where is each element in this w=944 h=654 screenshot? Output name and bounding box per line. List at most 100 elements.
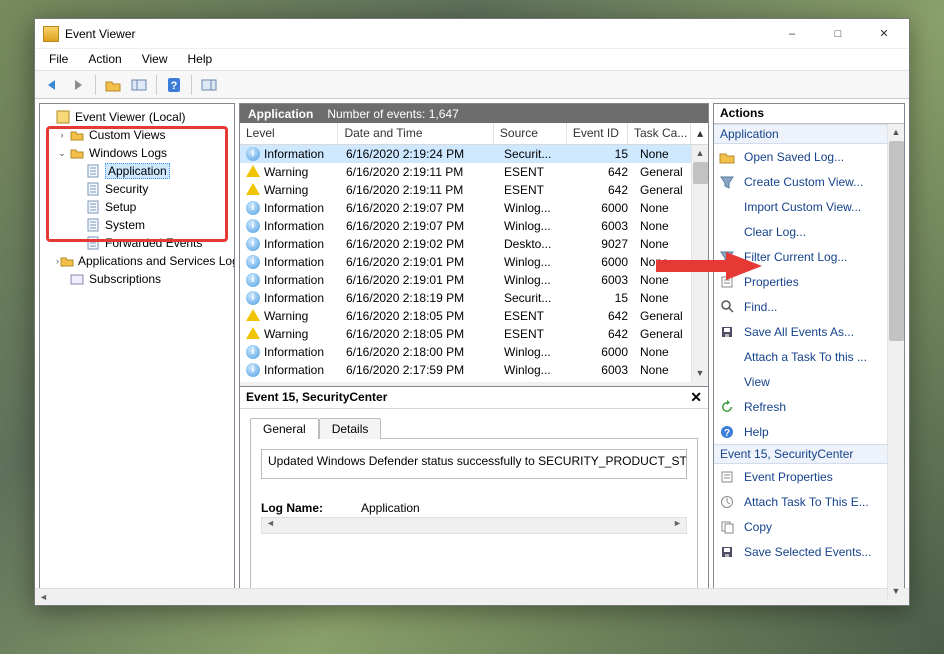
scroll-thumb[interactable] — [693, 162, 708, 184]
scroll-left-icon[interactable]: ◄ — [39, 589, 52, 602]
action-item[interactable]: Import Custom View... — [714, 194, 904, 219]
scroll-up-icon[interactable]: ▲ — [888, 124, 905, 141]
tree-node[interactable]: › Custom Views — [42, 126, 232, 144]
tree[interactable]: Event Viewer (Local) › Custom Views ⌄Windo… — [40, 104, 234, 600]
twisty-icon[interactable]: › — [56, 256, 59, 266]
tree-hscrollbar[interactable]: ◄ ► — [39, 588, 235, 601]
event-row[interactable]: iInformation6/16/2020 2:19:07 PMWinlog..… — [240, 199, 708, 217]
tree-node[interactable]: ⌄Windows Logs — [42, 144, 232, 162]
cell-source: Winlog... — [498, 345, 572, 359]
field-label: Log Name: — [261, 501, 341, 515]
close-button[interactable]: ✕ — [861, 19, 907, 49]
nav-forward-button[interactable] — [67, 74, 89, 96]
tb-open-button[interactable] — [102, 74, 124, 96]
event-row[interactable]: Warning6/16/2020 2:18:05 PMESENT642Gener… — [240, 325, 708, 343]
center-header-title: Application — [248, 107, 313, 121]
event-row[interactable]: iInformation6/16/2020 2:19:01 PMWinlog..… — [240, 253, 708, 271]
detail-tabs: General Details — [250, 417, 698, 438]
cell-level: Information — [264, 291, 324, 305]
col-category[interactable]: Task Ca... — [628, 123, 691, 144]
action-label: Copy — [744, 520, 772, 534]
tree-node[interactable]: Setup — [42, 198, 232, 216]
cell-source: ESENT — [498, 165, 572, 179]
actions-section-app[interactable]: Application ▴ — [714, 124, 904, 144]
action-item[interactable]: Copy▶ — [714, 514, 904, 539]
nav-back-button[interactable] — [41, 74, 63, 96]
tree-node[interactable]: Subscriptions — [42, 270, 232, 288]
event-row[interactable]: iInformation6/16/2020 2:18:19 PMSecurit.… — [240, 289, 708, 307]
info-icon: i — [246, 147, 260, 161]
save-icon — [718, 324, 736, 340]
tb-help-button[interactable]: ? — [163, 74, 185, 96]
event-row[interactable]: iInformation6/16/2020 2:19:02 PMDeskto..… — [240, 235, 708, 253]
menu-action[interactable]: Action — [78, 49, 131, 70]
scroll-up-icon[interactable]: ▲ — [692, 145, 709, 162]
action-label: Open Saved Log... — [744, 150, 844, 164]
event-row[interactable]: iInformation6/16/2020 2:17:59 PMWinlog..… — [240, 361, 708, 379]
menu-help[interactable]: Help — [178, 49, 223, 70]
action-item[interactable]: Save All Events As... — [714, 319, 904, 344]
menu-file[interactable]: File — [39, 49, 78, 70]
col-datetime[interactable]: Date and Time — [338, 123, 493, 144]
action-item[interactable]: Attach Task To This E... — [714, 489, 904, 514]
event-row[interactable]: Warning6/16/2020 2:19:11 PMESENT642Gener… — [240, 163, 708, 181]
warning-icon — [246, 165, 260, 177]
cell-datetime: 6/16/2020 2:19:07 PM — [340, 219, 498, 233]
col-eventid[interactable]: Event ID — [567, 123, 628, 144]
event-row[interactable]: iInformation6/16/2020 2:18:00 PMWinlog..… — [240, 343, 708, 361]
event-list-body[interactable]: iInformation6/16/2020 2:19:24 PMSecurit.… — [240, 145, 708, 381]
action-label: Import Custom View... — [744, 200, 861, 214]
tree-node[interactable]: ›Applications and Services Log — [42, 252, 232, 270]
maximize-button[interactable]: □ — [815, 19, 861, 49]
cell-category: None — [634, 345, 698, 359]
action-item[interactable]: Clear Log... — [714, 219, 904, 244]
tree-node[interactable]: Security — [42, 180, 232, 198]
detail-close-button[interactable]: ✕ — [690, 389, 702, 406]
cell-eventid: 6003 — [572, 219, 634, 233]
twisty-icon[interactable]: ⌄ — [56, 148, 68, 159]
tree-node[interactable]: Forwarded Events — [42, 234, 232, 252]
action-item[interactable]: ?Help▶ — [714, 419, 904, 444]
save-icon — [718, 544, 736, 560]
tab-details[interactable]: Details — [319, 418, 382, 439]
scroll-left-icon[interactable]: ◄ — [262, 518, 279, 533]
col-level[interactable]: Level — [240, 123, 338, 144]
action-item[interactable]: Create Custom View... — [714, 169, 904, 194]
scroll-down-icon[interactable]: ▼ — [692, 365, 709, 382]
actions-section-event[interactable]: Event 15, SecurityCenter ▴ — [714, 444, 904, 464]
event-row[interactable]: iInformation6/16/2020 2:19:01 PMWinlog..… — [240, 271, 708, 289]
tb-panel-button[interactable] — [128, 74, 150, 96]
tree-root[interactable]: Event Viewer (Local) — [42, 108, 232, 126]
action-item[interactable]: Save Selected Events... — [714, 539, 904, 564]
app-window: Event Viewer – □ ✕ File Action View Help… — [34, 18, 910, 606]
event-row[interactable]: Warning6/16/2020 2:18:05 PMESENT642Gener… — [240, 307, 708, 325]
twisty-icon[interactable]: › — [56, 130, 68, 140]
titlebar[interactable]: Event Viewer – □ ✕ — [35, 19, 909, 49]
event-row[interactable]: Warning6/16/2020 2:19:11 PMESENT642Gener… — [240, 181, 708, 199]
action-item[interactable]: Event Properties — [714, 464, 904, 489]
tree-node[interactable]: System — [42, 216, 232, 234]
tree-label: Custom Views — [89, 128, 165, 142]
menu-view[interactable]: View — [132, 49, 178, 70]
cell-source: Deskto... — [498, 237, 572, 251]
action-item[interactable]: Refresh — [714, 394, 904, 419]
detail-message[interactable]: Updated Windows Defender status successf… — [261, 449, 687, 479]
scroll-right-icon[interactable]: ► — [669, 518, 686, 533]
actions-vscrollbar[interactable]: ▲ ▼ — [887, 124, 904, 600]
event-row[interactable]: iInformation6/16/2020 2:19:07 PMWinlog..… — [240, 217, 708, 235]
action-item[interactable]: View▶ — [714, 369, 904, 394]
col-source[interactable]: Source — [494, 123, 567, 144]
scroll-thumb[interactable] — [889, 141, 904, 341]
event-row[interactable]: iInformation6/16/2020 2:19:24 PMSecurit.… — [240, 145, 708, 163]
minimize-button[interactable]: – — [769, 19, 815, 49]
scroll-down-icon[interactable]: ▼ — [888, 583, 905, 600]
warning-icon — [246, 327, 260, 339]
col-scroll-up[interactable]: ▴ — [691, 123, 708, 144]
tb-panel2-button[interactable] — [198, 74, 220, 96]
action-item[interactable]: Attach a Task To this ... — [714, 344, 904, 369]
tab-general[interactable]: General — [250, 418, 319, 439]
tree-node[interactable]: Application — [42, 162, 232, 180]
action-item[interactable]: Find... — [714, 294, 904, 319]
action-item[interactable]: Open Saved Log... — [714, 144, 904, 169]
detail-hscrollbar[interactable]: ◄ ► — [261, 517, 687, 534]
